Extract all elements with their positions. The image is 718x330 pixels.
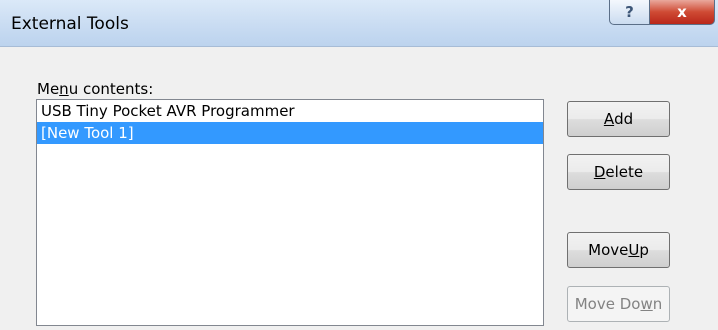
help-button[interactable]: ? <box>609 0 650 25</box>
list-item-selected[interactable]: [New Tool 1] <box>37 122 543 144</box>
help-icon: ? <box>625 3 634 21</box>
move-up-button[interactable]: Move Up <box>567 232 670 268</box>
close-icon: x <box>677 3 687 21</box>
close-button[interactable]: x <box>649 0 715 25</box>
menu-contents-list[interactable]: USB Tiny Pocket AVR Programmer [New Tool… <box>36 99 544 326</box>
delete-button[interactable]: Delete <box>567 154 670 190</box>
menu-contents-label: Menu contents: <box>37 80 154 98</box>
move-down-button[interactable]: Move Do w n <box>567 286 670 322</box>
title-bar: External Tools ? x <box>0 0 718 47</box>
window-title: External Tools <box>11 14 129 34</box>
add-button[interactable]: Add <box>567 101 670 137</box>
list-item[interactable]: USB Tiny Pocket AVR Programmer <box>37 100 543 122</box>
